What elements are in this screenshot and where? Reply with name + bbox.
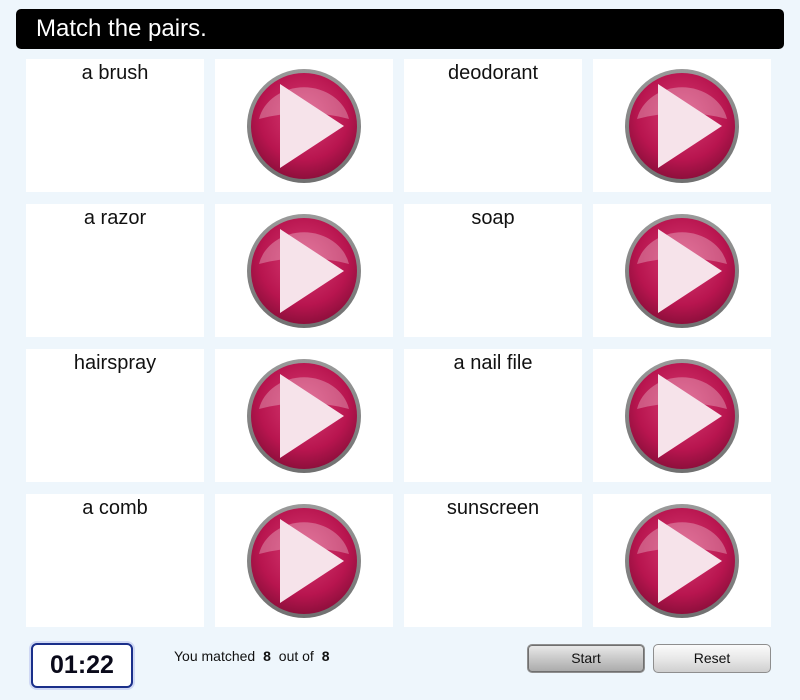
word-card[interactable]: a nail file <box>404 349 582 482</box>
status-middle: out of <box>278 648 314 664</box>
word-card[interactable]: a comb <box>26 494 204 627</box>
timer-display: 01:22 <box>31 643 133 688</box>
reset-label: Reset <box>693 650 731 666</box>
word-card[interactable]: deodorant <box>404 59 582 192</box>
word-card[interactable]: soap <box>404 204 582 337</box>
play-icon <box>623 357 741 475</box>
word-card[interactable]: hairspray <box>26 349 204 482</box>
timer-value: 01:22 <box>50 651 114 679</box>
word-label: deodorant <box>447 62 539 84</box>
instruction-banner: Match the pairs. <box>16 9 784 49</box>
status-prefix: You matched <box>174 648 256 664</box>
reset-button[interactable]: Reset <box>653 644 771 673</box>
word-label: a nail file <box>453 352 533 374</box>
audio-card[interactable] <box>593 349 771 482</box>
audio-card[interactable] <box>593 204 771 337</box>
word-label: hairspray <box>73 352 157 374</box>
start-button[interactable]: Start <box>527 644 645 673</box>
audio-card[interactable] <box>215 204 393 337</box>
audio-card[interactable] <box>593 494 771 627</box>
start-label: Start <box>571 650 601 666</box>
play-icon <box>245 502 363 620</box>
audio-card[interactable] <box>215 494 393 627</box>
matched-count: 8 <box>263 648 271 664</box>
word-card[interactable]: a brush <box>26 59 204 192</box>
audio-card[interactable] <box>215 349 393 482</box>
play-icon <box>245 212 363 330</box>
word-label: a razor <box>83 207 147 229</box>
word-label: soap <box>471 207 515 229</box>
word-label: sunscreen <box>446 497 540 519</box>
word-card[interactable]: sunscreen <box>404 494 582 627</box>
word-label: a comb <box>82 497 148 519</box>
total-count: 8 <box>321 648 330 664</box>
play-icon <box>623 212 741 330</box>
play-icon <box>623 67 741 185</box>
audio-card[interactable] <box>215 59 393 192</box>
word-card[interactable]: a razor <box>26 204 204 337</box>
play-icon <box>623 502 741 620</box>
audio-card[interactable] <box>593 59 771 192</box>
word-label: a brush <box>81 62 149 84</box>
match-status: You matched 8 out of 8 <box>174 648 334 664</box>
pairs-grid: a brush deodorant a razor soap hairspray… <box>26 59 771 627</box>
instruction-text: Match the pairs. <box>36 15 207 42</box>
play-icon <box>245 357 363 475</box>
play-icon <box>245 67 363 185</box>
